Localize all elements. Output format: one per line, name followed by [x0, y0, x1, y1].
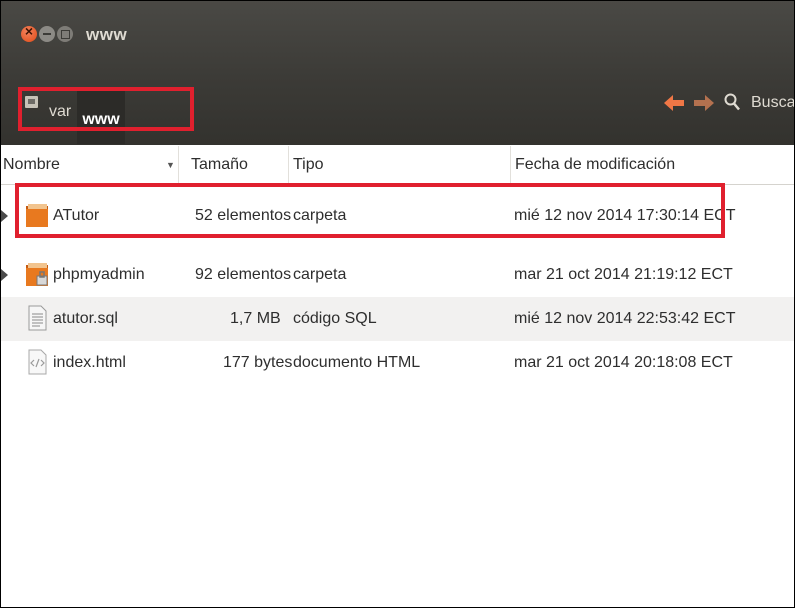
expander-arrow-icon[interactable]	[1, 269, 8, 281]
column-name-header[interactable]: Nombre	[1, 146, 179, 184]
file-modified: mié 12 nov 2014 22:53:42 ECT	[514, 310, 736, 327]
row-highlight	[15, 183, 725, 238]
file-size: 92 elementos	[195, 266, 292, 283]
file-type: documento HTML	[293, 354, 421, 371]
search-button-label[interactable]: Buscar	[751, 94, 794, 112]
file-row[interactable]: index.html 177 bytes documento HTML mar …	[1, 341, 794, 385]
file-name: atutor.sql	[53, 310, 118, 327]
column-type-header[interactable]: Tipo	[289, 146, 511, 184]
file-size: 177 bytes	[223, 354, 293, 371]
file-size: 1,7 MB	[230, 310, 281, 327]
file-modified: mar 21 oct 2014 20:18:08 ECT	[514, 354, 733, 371]
text-file-icon	[28, 305, 47, 331]
html-file-icon	[28, 349, 47, 375]
file-type: código SQL	[293, 310, 377, 327]
file-manager-window: www var www Buscar Nombre ▼ Tamaño Tipo …	[0, 0, 795, 608]
file-type: carpeta	[293, 266, 347, 283]
column-size-header[interactable]: Tamaño	[179, 146, 289, 184]
maximize-button[interactable]	[57, 26, 73, 42]
close-button[interactable]	[21, 23, 37, 42]
minimize-button[interactable]	[39, 26, 55, 42]
forward-arrow-icon[interactable]	[693, 93, 715, 113]
file-row[interactable]: phpmyadmin 92 elementos carpeta mar 21 o…	[1, 253, 794, 297]
file-name: phpmyadmin	[53, 266, 145, 283]
window-title: www	[86, 25, 128, 44]
search-icon[interactable]	[724, 93, 740, 111]
expander-arrow-icon[interactable]	[1, 210, 8, 222]
back-arrow-icon[interactable]	[663, 93, 685, 113]
file-row[interactable]: atutor.sql 1,7 MB código SQL mié 12 nov …	[1, 297, 794, 341]
path-highlight	[18, 87, 194, 131]
column-header: Nombre ▼ Tamaño Tipo Fecha de modificaci…	[1, 146, 794, 185]
title-bar: www	[1, 1, 794, 77]
sort-chevron-icon[interactable]: ▼	[166, 146, 175, 184]
file-modified: mar 21 oct 2014 21:19:12 ECT	[514, 266, 733, 283]
locked-folder-icon	[26, 263, 48, 286]
file-name: index.html	[53, 354, 126, 371]
column-modified-header[interactable]: Fecha de modificación	[511, 146, 794, 184]
